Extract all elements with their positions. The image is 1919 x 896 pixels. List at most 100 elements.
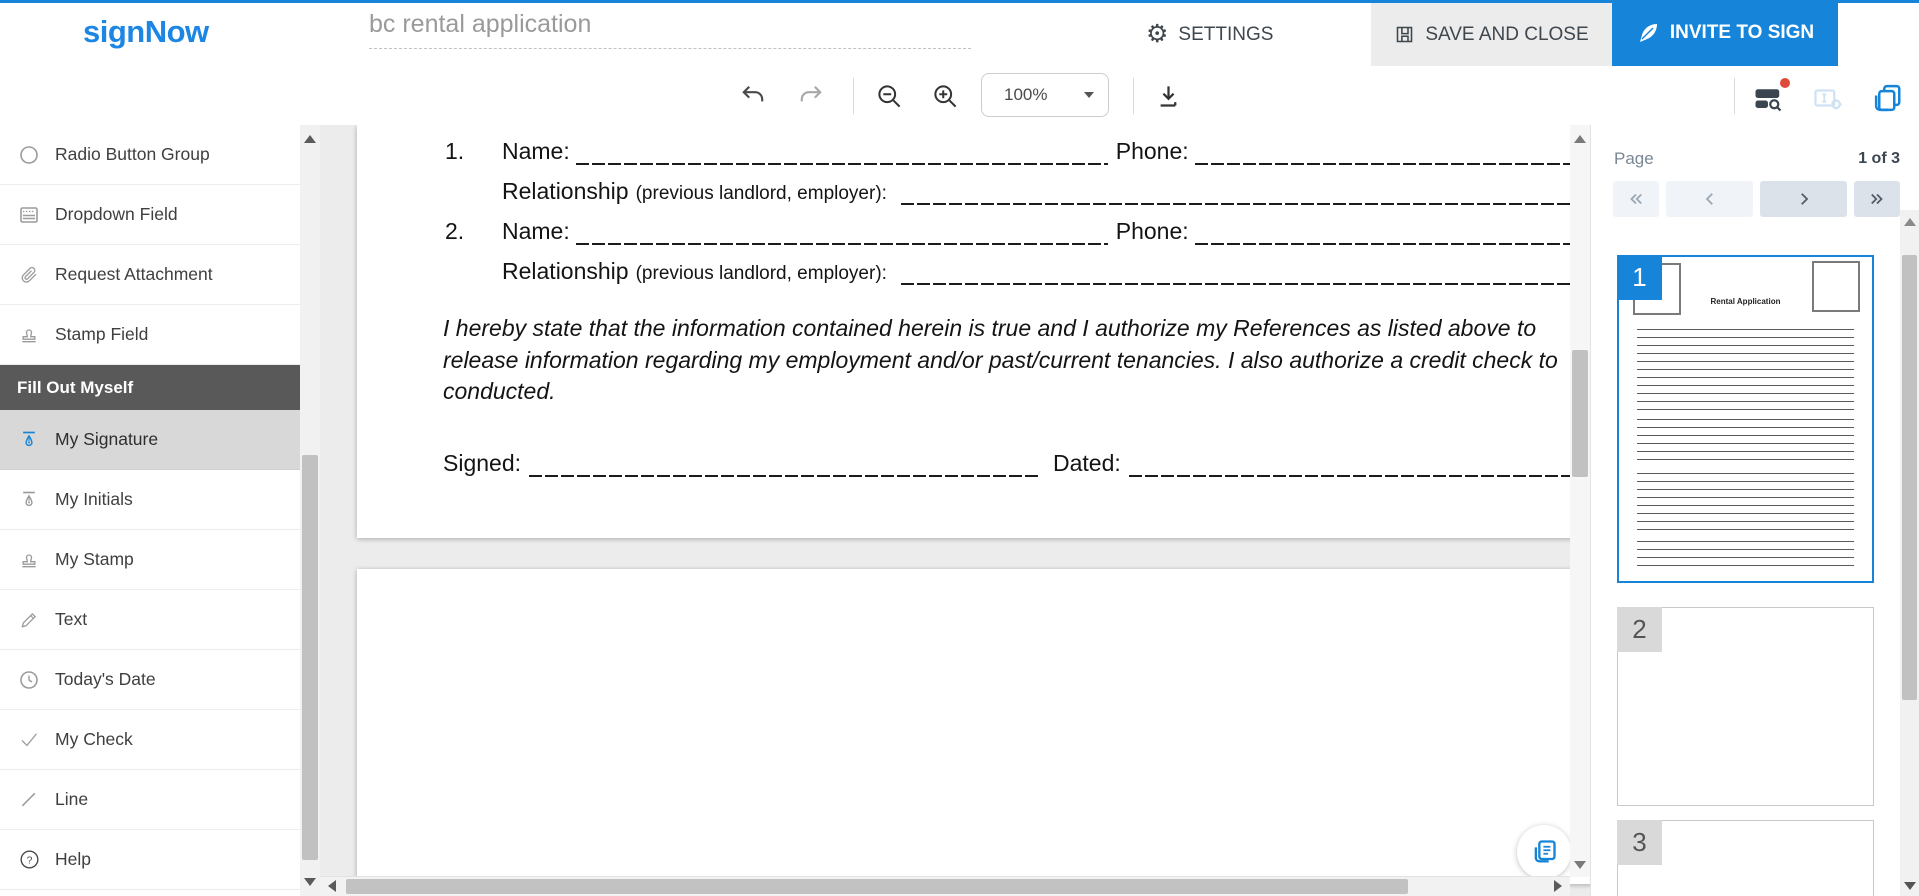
sidebar-item-label: Help: [55, 849, 91, 870]
panel-scrollbar-thumb[interactable]: [1902, 255, 1917, 700]
thumbnail-doc-title: Rental Application: [1619, 297, 1872, 306]
sidebar-item-help[interactable]: ? Help: [0, 830, 300, 890]
relationship-label: Relationship: [502, 178, 629, 205]
reference-number: 2.: [445, 218, 502, 245]
document-hscrollbar-thumb[interactable]: [346, 879, 1408, 894]
sidebar-item-label: Request Attachment: [55, 264, 213, 285]
blank-line: [1195, 221, 1590, 245]
sidebar-item-label: My Initials: [55, 489, 133, 510]
top-bar: signNow bc rental application ⚙ SETTINGS…: [0, 0, 1919, 67]
sidebar-item-todays-date[interactable]: Today's Date: [0, 650, 300, 710]
document-title[interactable]: bc rental application: [369, 10, 971, 39]
save-and-close-button[interactable]: SAVE AND CLOSE: [1371, 3, 1612, 66]
scroll-left-arrow[interactable]: [328, 880, 336, 892]
page-thumbnail-1[interactable]: 1 Rental Application: [1617, 255, 1874, 583]
toolbar-separator: [1734, 78, 1735, 114]
sidebar-item-my-signature[interactable]: My Signature: [0, 410, 300, 470]
previous-page-button[interactable]: [1666, 181, 1753, 217]
sidebar-item-text[interactable]: Text: [0, 590, 300, 650]
scroll-down-arrow[interactable]: [304, 878, 316, 886]
last-page-button[interactable]: [1854, 181, 1900, 217]
paperclip-icon: [18, 264, 40, 286]
statement-line: I hereby state that the information cont…: [443, 313, 1590, 345]
blank-line: [901, 261, 1590, 285]
download-icon[interactable]: [1155, 83, 1181, 109]
name-label: Name:: [502, 138, 570, 165]
redo-icon[interactable]: [798, 83, 824, 109]
sidebar-item-my-initials[interactable]: My Initials: [0, 470, 300, 530]
scroll-down-arrow[interactable]: [1574, 861, 1586, 869]
document-vertical-scrollbar[interactable]: [1570, 125, 1590, 877]
relationship-hint: (previous landlord, employer):: [629, 263, 887, 285]
sidebar-item-label: Line: [55, 789, 88, 810]
sidebar-item-label: Dropdown Field: [55, 204, 178, 225]
sidebar-item-request-attachment[interactable]: Request Attachment: [0, 245, 300, 305]
save-label: SAVE AND CLOSE: [1425, 24, 1588, 46]
thumbnail-text-lines: [1637, 419, 1854, 465]
sidebar-item-label: Today's Date: [55, 669, 156, 690]
chat-doc-icon: [1530, 838, 1558, 866]
pen-nib-icon: [18, 489, 40, 511]
statement-line: release information regarding my employm…: [443, 345, 1590, 377]
sidebar-item-label: My Stamp: [55, 549, 134, 570]
scroll-right-arrow[interactable]: [1554, 880, 1562, 892]
pencil-icon: [18, 609, 40, 631]
sidebar-item-dropdown-field[interactable]: Dropdown Field: [0, 185, 300, 245]
stamp-icon: [18, 324, 40, 346]
sidebar-item-my-stamp[interactable]: My Stamp: [0, 530, 300, 590]
toolbar-separator: [1133, 78, 1134, 114]
check-icon: [18, 729, 40, 751]
signnow-logo: signNow: [83, 14, 209, 50]
toolbar-separator: [853, 78, 854, 114]
statement-line: conducted.: [443, 376, 1590, 408]
scroll-down-arrow[interactable]: [1904, 882, 1916, 890]
page-number-badge: 2: [1617, 607, 1662, 652]
thumbnail-text-lines: [1637, 541, 1854, 571]
settings-button[interactable]: ⚙ SETTINGS: [1146, 3, 1273, 66]
sidebar-section-fill-out-myself: Fill Out Myself: [0, 365, 300, 410]
feedback-chat-button[interactable]: [1517, 825, 1571, 879]
thumbnail-text-lines: [1637, 329, 1854, 411]
field-settings-icon-disabled: [1812, 83, 1846, 115]
sidebar-scrollbar[interactable]: [300, 125, 320, 896]
page-thumbnail-3[interactable]: 3: [1617, 820, 1874, 896]
zoom-in-icon[interactable]: [932, 83, 958, 109]
document-title-field[interactable]: bc rental application: [369, 10, 971, 49]
page-indicator: 1 of 3: [1858, 150, 1900, 168]
blank-line: [1195, 141, 1590, 165]
document-horizontal-scrollbar[interactable]: [320, 876, 1570, 896]
page-label: Page: [1614, 149, 1654, 169]
invite-to-sign-button[interactable]: INVITE TO SIGN: [1612, 0, 1838, 66]
name-label: Name:: [502, 218, 570, 245]
signnow-editor: signNow bc rental application ⚙ SETTINGS…: [0, 0, 1919, 896]
sidebar-item-radio-button-group[interactable]: Radio Button Group: [0, 125, 300, 185]
signed-label: Signed:: [443, 450, 521, 477]
first-page-button[interactable]: [1613, 181, 1659, 217]
scroll-up-arrow[interactable]: [304, 135, 316, 143]
panel-scrollbar[interactable]: [1900, 210, 1919, 896]
dated-label: Dated:: [1053, 450, 1121, 477]
chevron-down-icon: [1084, 92, 1094, 98]
scroll-up-arrow[interactable]: [1574, 135, 1586, 143]
zoom-level-select[interactable]: 100%: [981, 73, 1109, 117]
stamp-icon: [18, 549, 40, 571]
sidebar-item-label: My Check: [55, 729, 133, 750]
document-page-2[interactable]: [357, 569, 1590, 884]
sidebar-scrollbar-thumb[interactable]: [302, 455, 318, 860]
save-icon: [1394, 24, 1415, 45]
next-page-button[interactable]: [1760, 181, 1847, 217]
document-scrollbar-thumb[interactable]: [1572, 350, 1588, 477]
phone-label: Phone:: [1116, 218, 1189, 245]
sidebar-item-stamp-field[interactable]: Stamp Field: [0, 305, 300, 365]
scroll-up-arrow[interactable]: [1904, 218, 1916, 226]
page-thumbnail-2[interactable]: 2: [1617, 607, 1874, 806]
copy-pages-icon[interactable]: [1872, 83, 1906, 115]
sidebar-item-line[interactable]: Line: [0, 770, 300, 830]
document-search-icon[interactable]: [1752, 83, 1786, 115]
sidebar-item-my-check[interactable]: My Check: [0, 710, 300, 770]
reference-number: 1.: [445, 138, 502, 165]
undo-icon[interactable]: [740, 83, 766, 109]
pages-panel: Page 1 of 3 1 Rental Application: [1590, 125, 1919, 896]
zoom-out-icon[interactable]: [876, 83, 902, 109]
document-page-1[interactable]: 1. Name: Phone: Relationship (previous l…: [357, 125, 1590, 538]
